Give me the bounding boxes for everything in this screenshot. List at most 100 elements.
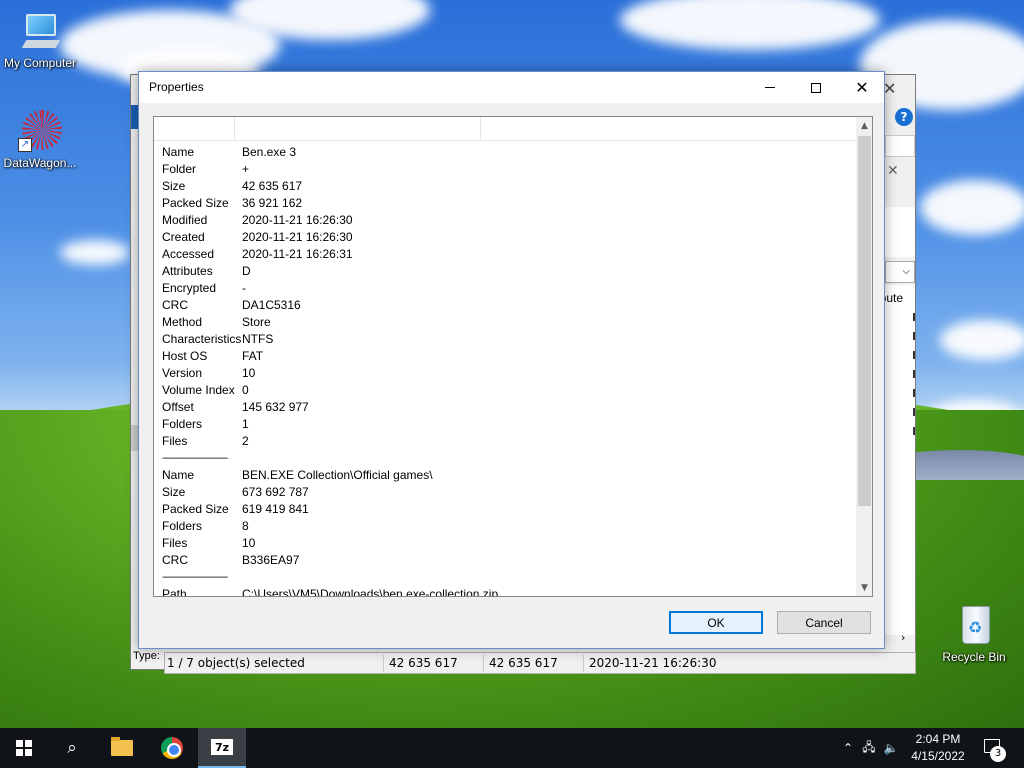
property-row[interactable]: Method Store: [162, 314, 852, 331]
search-button[interactable]: ⌕: [48, 728, 96, 768]
property-value: 42 635 617: [242, 179, 303, 193]
property-row[interactable]: Offset 145 632 977: [162, 399, 852, 416]
property-value: NTFS: [242, 332, 274, 346]
taskbar: ⌕ 7z ⌃ 🖧 🔈 2:04 PM 4/15/2022 3: [0, 728, 1024, 768]
property-key: CRC: [162, 553, 188, 567]
status-packed-size: 42 635 617: [489, 656, 558, 670]
property-row[interactable]: Files 10: [162, 535, 852, 552]
close-button[interactable]: ✕: [839, 72, 885, 103]
minimize-icon: [765, 87, 775, 88]
scroll-right-arrow[interactable]: ›: [901, 631, 905, 644]
property-row[interactable]: Files 2: [162, 433, 852, 450]
folder-icon: [111, 737, 133, 756]
property-value: B336EA97: [242, 553, 300, 567]
minimize-button[interactable]: [747, 72, 793, 103]
volume-icon[interactable]: 🔈: [880, 741, 902, 755]
property-value: DA1C5316: [242, 298, 301, 312]
property-key: ----------------------------: [162, 453, 228, 464]
close-icon: ✕: [855, 78, 869, 97]
property-key: Folders: [162, 417, 203, 431]
property-row[interactable]: Host OS FAT: [162, 348, 852, 365]
scroll-down-arrow-icon[interactable]: ▼: [856, 579, 872, 596]
property-row[interactable]: Encrypted -: [162, 280, 852, 297]
property-row[interactable]: Folders 1: [162, 416, 852, 433]
property-row[interactable]: Version 10: [162, 365, 852, 382]
properties-list[interactable]: Name Ben.exe 3 Folder + Size 42 635 617 Packed…: [153, 116, 873, 597]
recycle-bin-icon[interactable]: ♻ Recycle Bin: [934, 604, 1014, 664]
maximize-icon: [811, 82, 821, 93]
property-row[interactable]: Created 2020-11-21 16:26:30: [162, 229, 852, 246]
property-value: BEN.EXE Collection\Official games\: [242, 468, 433, 482]
property-key: ----------------------------: [162, 572, 228, 583]
help-icon[interactable]: ?: [895, 108, 913, 126]
scroll-up-arrow-icon[interactable]: ▲: [856, 117, 872, 134]
property-key: Modified: [162, 213, 208, 227]
property-row[interactable]: Size 673 692 787: [162, 484, 852, 501]
property-key: Characteristics: [162, 332, 242, 346]
trash-bin-icon: ♻: [952, 604, 996, 648]
chrome-icon: [161, 737, 183, 759]
property-row[interactable]: ----------------------------: [162, 450, 852, 467]
property-value: D: [242, 264, 251, 278]
close-icon[interactable]: ✕: [887, 163, 899, 179]
chevron-down-icon[interactable]: ⌵: [885, 261, 915, 283]
chevron-up-icon[interactable]: ⌃: [838, 741, 858, 755]
system-tray: ⌃ 🖧 🔈: [838, 728, 902, 768]
property-value: +: [242, 162, 250, 176]
seven-zip-button[interactable]: 7z: [198, 728, 246, 768]
property-row[interactable]: Path C:\Users\VM5\Downloads\ben.exe-colle…: [162, 586, 852, 597]
property-rows: Name Ben.exe 3 Folder + Size 42 635 617 Packed…: [162, 144, 852, 597]
datawagon-shortcut-icon[interactable]: ↗ DataWagon...: [0, 110, 80, 170]
file-explorer-button[interactable]: [98, 728, 146, 768]
properties-dialog[interactable]: Properties ✕ Name Ben.exe 3 Folder + Size 42 …: [138, 71, 885, 649]
status-modified: 2020-11-21 16:26:30: [589, 656, 717, 670]
property-row[interactable]: Folders 8: [162, 518, 852, 535]
scrollbar-thumb[interactable]: [858, 136, 871, 506]
property-row[interactable]: Packed Size 36 921 162: [162, 195, 852, 212]
property-row[interactable]: CRC B336EA97: [162, 552, 852, 569]
property-row[interactable]: Accessed 2020-11-21 16:26:31: [162, 246, 852, 263]
chrome-button[interactable]: [148, 728, 196, 768]
property-value: 2020-11-21 16:26:30: [242, 213, 353, 227]
property-key: Host OS: [162, 349, 208, 363]
property-key: Volume Index: [162, 383, 235, 397]
maximize-button[interactable]: [793, 72, 839, 103]
network-icon[interactable]: 🖧: [858, 738, 880, 759]
property-key: Version: [162, 366, 203, 380]
seven-zip-icon: 7z: [210, 738, 234, 756]
property-key: CRC: [162, 298, 188, 312]
property-key: Size: [162, 179, 186, 193]
type-label: Type:: [133, 650, 160, 662]
property-row[interactable]: Attributes D: [162, 263, 852, 280]
vertical-scrollbar[interactable]: ▲ ▼: [856, 117, 872, 596]
status-size: 42 635 617: [389, 656, 458, 670]
property-row[interactable]: Characteristics NTFS: [162, 331, 852, 348]
property-value: 8: [242, 519, 249, 533]
property-key: Accessed: [162, 247, 215, 261]
property-row[interactable]: Name Ben.exe 3: [162, 144, 852, 161]
property-row[interactable]: Folder +: [162, 161, 852, 178]
notification-count-badge: 3: [990, 746, 1006, 762]
desktop-icon-label: DataWagon...: [3, 156, 77, 170]
property-key: Size: [162, 485, 186, 499]
my-computer-icon[interactable]: My Computer: [0, 10, 80, 70]
computer-icon: [18, 10, 62, 54]
property-row[interactable]: Size 42 635 617: [162, 178, 852, 195]
property-row[interactable]: Modified 2020-11-21 16:26:30: [162, 212, 852, 229]
start-button[interactable]: [0, 728, 48, 768]
clock[interactable]: 2:04 PM 4/15/2022: [906, 731, 970, 765]
close-icon[interactable]: ✕: [883, 79, 896, 98]
property-key: Path: [162, 587, 187, 597]
property-row[interactable]: Name BEN.EXE Collection\Official games\: [162, 467, 852, 484]
property-row[interactable]: CRC DA1C5316: [162, 297, 852, 314]
property-row[interactable]: Packed Size 619 419 841: [162, 501, 852, 518]
property-key: Files: [162, 434, 188, 448]
property-row[interactable]: Volume Index 0: [162, 382, 852, 399]
ok-button[interactable]: OK: [669, 611, 763, 634]
property-value: Store: [242, 315, 271, 329]
cancel-button[interactable]: Cancel: [777, 611, 871, 634]
property-key: Offset: [162, 400, 194, 414]
property-row[interactable]: ----------------------------: [162, 569, 852, 586]
dialog-titlebar[interactable]: Properties ✕: [139, 72, 884, 103]
property-value: 619 419 841: [242, 502, 309, 516]
